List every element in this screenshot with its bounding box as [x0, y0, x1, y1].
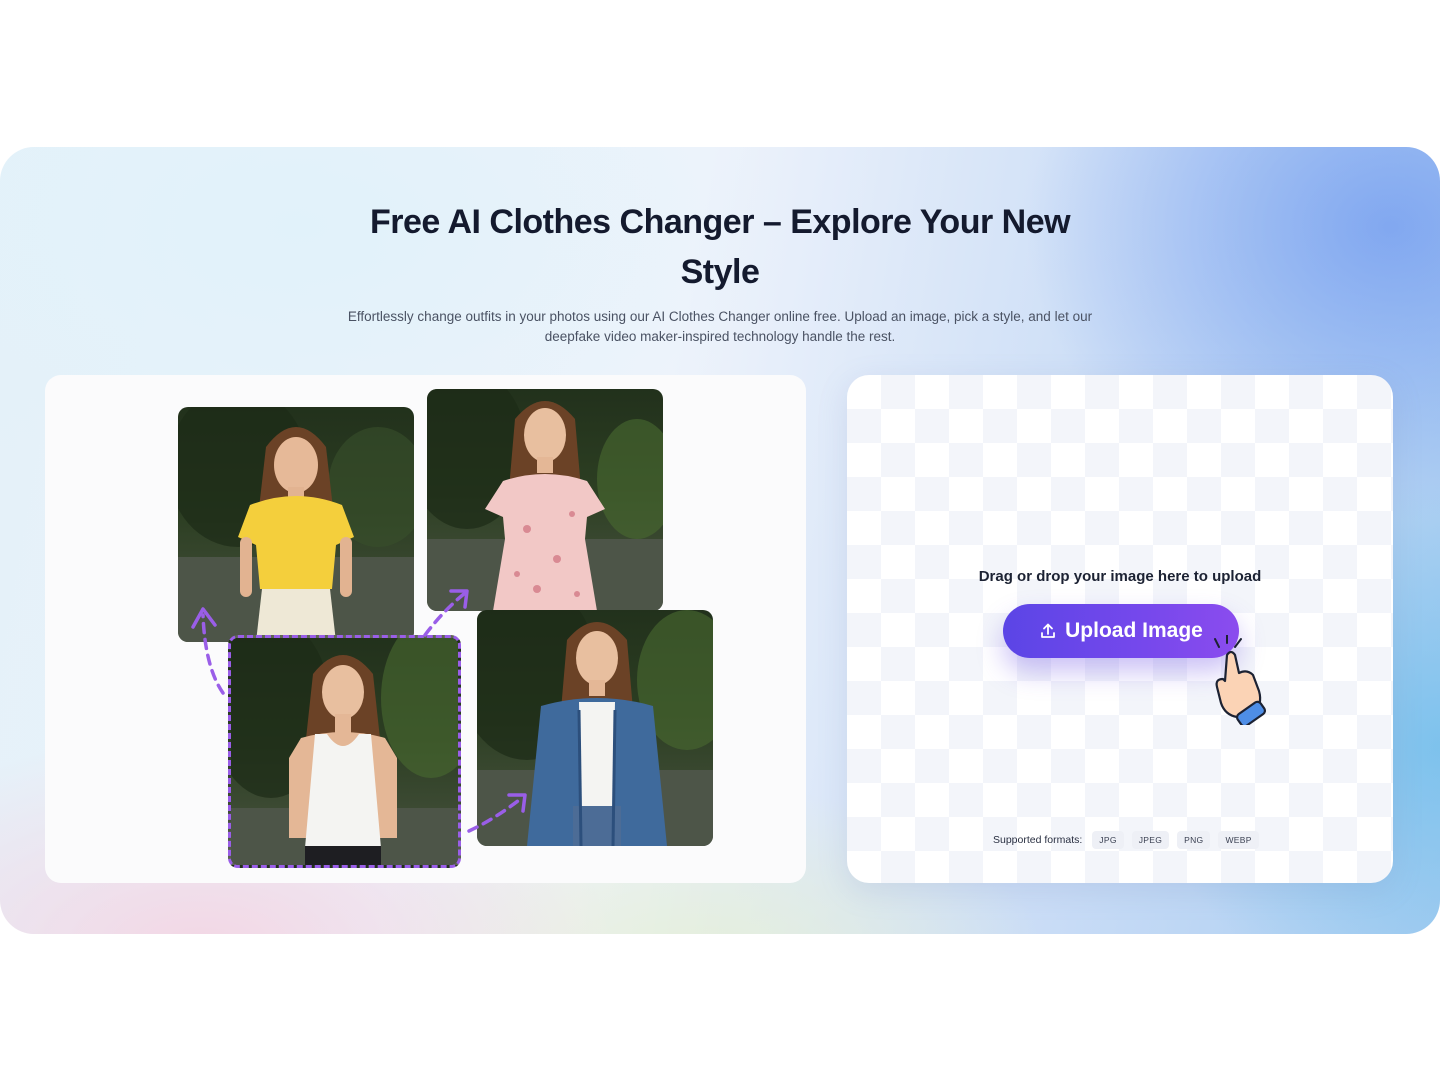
format-badge-jpg: JPG: [1092, 831, 1124, 849]
upload-dropzone[interactable]: Drag or drop your image here to upload U…: [847, 375, 1393, 883]
format-badge-webp: WEBP: [1218, 831, 1259, 849]
transform-arrows: [191, 589, 527, 833]
pointing-hand-icon: [1214, 635, 1267, 725]
page-subtitle: Effortlessly change outfits in your phot…: [347, 309, 1093, 344]
upload-button-label: Upload Image: [1065, 619, 1203, 642]
example-gallery-card: [45, 375, 806, 883]
format-badge-jpeg: JPEG: [1131, 831, 1170, 849]
dropzone-instructions: Drag or drop your image here to upload: [978, 568, 1262, 585]
upload-icon: [1041, 623, 1056, 638]
page-title: Free AI Clothes Changer – Explore Your N…: [369, 203, 1071, 291]
upload-image-button[interactable]: Upload Image: [1003, 604, 1239, 658]
format-badge-png: PNG: [1177, 831, 1211, 849]
hero-section: Free AI Clothes Changer – Explore Your N…: [0, 147, 1440, 934]
formats-label: Supported formats:: [993, 834, 1083, 846]
supported-formats: Supported formats: JPG JPEG PNG WEBP: [993, 830, 1259, 850]
